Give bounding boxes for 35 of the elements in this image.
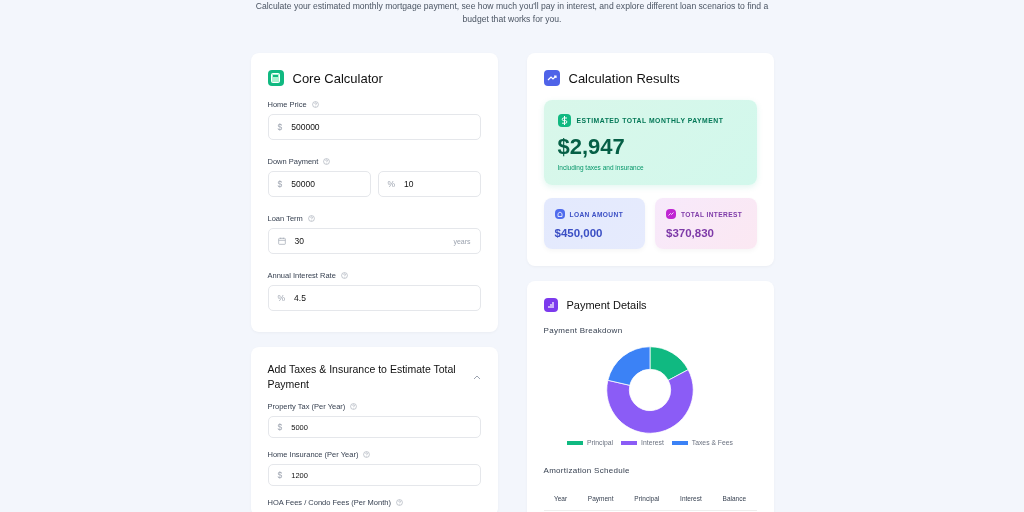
section-title: Amortization Schedule bbox=[543, 466, 631, 475]
help-icon[interactable] bbox=[340, 272, 348, 279]
trend-icon bbox=[543, 70, 560, 86]
unit-symbol: $ bbox=[277, 179, 283, 189]
input-field[interactable]: $ 500000 bbox=[267, 114, 481, 140]
unit-symbol: % bbox=[277, 293, 286, 303]
help-icon[interactable] bbox=[395, 499, 403, 506]
calendar-icon bbox=[277, 237, 286, 245]
page-description: Calculate your estimated monthly mortgage payment, see how much you'll pay in interest, and explore different loan scenarios to find a budget that works for you. bbox=[254, 0, 770, 26]
help-icon[interactable] bbox=[363, 451, 371, 458]
help-icon[interactable] bbox=[323, 158, 331, 165]
stat-value: $450,000 bbox=[554, 227, 604, 239]
help-icon[interactable] bbox=[311, 101, 319, 108]
help-icon[interactable] bbox=[307, 215, 315, 222]
section-title: Payment Breakdown bbox=[543, 326, 624, 335]
help-icon[interactable] bbox=[350, 403, 358, 410]
card-title: Core Calculator bbox=[292, 70, 383, 86]
trend-icon bbox=[666, 209, 676, 219]
card-title: Add Taxes & Insurance to Estimate Total Payment bbox=[267, 362, 457, 392]
dollar-icon bbox=[557, 114, 571, 127]
unit-symbol: $ bbox=[277, 470, 283, 480]
input-field[interactable]: % 4.5 bbox=[267, 285, 481, 311]
input-field[interactable]: % 10 bbox=[377, 171, 481, 197]
bar-chart-icon bbox=[543, 298, 558, 312]
card-title: Payment Details bbox=[566, 299, 647, 311]
calculator-icon bbox=[267, 70, 284, 86]
house-icon bbox=[554, 209, 565, 219]
card-title: Calculation Results bbox=[568, 70, 680, 86]
unit-symbol: % bbox=[387, 179, 396, 189]
chevron-up-icon[interactable] bbox=[472, 374, 481, 380]
monthly-payment-value: $2,947 bbox=[557, 134, 626, 160]
unit-symbol: $ bbox=[277, 122, 283, 132]
stat-value: $370,830 bbox=[666, 227, 715, 239]
input-field[interactable]: $ 50000 bbox=[267, 171, 371, 197]
unit-symbol: $ bbox=[277, 422, 283, 432]
